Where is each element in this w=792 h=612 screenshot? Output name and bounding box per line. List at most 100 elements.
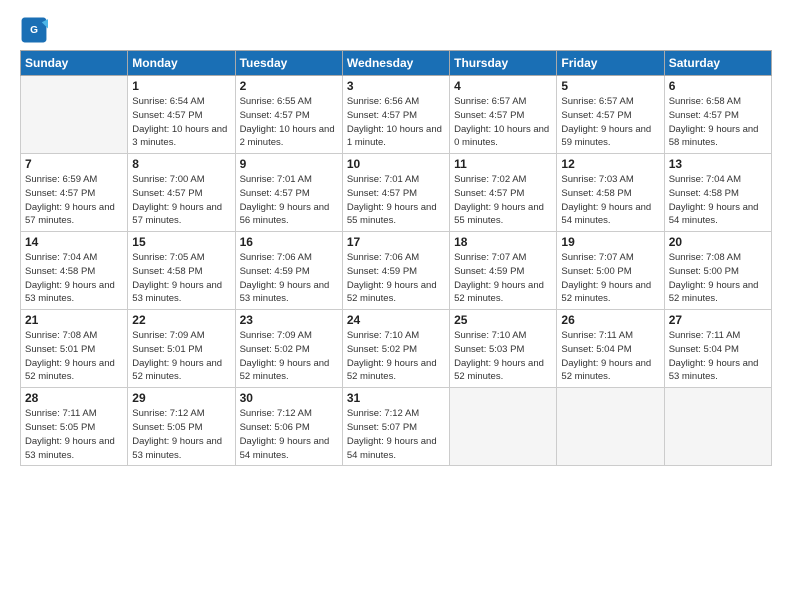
day-info: Sunrise: 7:12 AM Sunset: 5:06 PM Dayligh…: [240, 407, 338, 462]
day-header-friday: Friday: [557, 51, 664, 76]
day-info: Sunrise: 7:06 AM Sunset: 4:59 PM Dayligh…: [347, 251, 445, 306]
calendar-week-4: 28 Sunrise: 7:11 AM Sunset: 5:05 PM Dayli…: [21, 388, 772, 466]
day-number: 21: [25, 313, 123, 327]
calendar-cell: 10Sunrise: 7:01 AM Sunset: 4:57 PM Dayli…: [342, 154, 449, 232]
day-header-thursday: Thursday: [450, 51, 557, 76]
svg-text:G: G: [30, 25, 38, 36]
calendar-cell: 26Sunrise: 7:11 AM Sunset: 5:04 PM Dayli…: [557, 310, 664, 388]
calendar-cell: 28 Sunrise: 7:11 AM Sunset: 5:05 PM Dayli…: [21, 388, 128, 466]
day-info: Sunrise: 6:56 AM Sunset: 4:57 PM Dayligh…: [347, 95, 445, 150]
day-number: 6: [669, 79, 767, 93]
calendar-cell: 30Sunrise: 7:12 AM Sunset: 5:06 PM Dayli…: [235, 388, 342, 466]
day-number: 11: [454, 157, 552, 171]
calendar-cell: [664, 388, 771, 466]
day-number: 24: [347, 313, 445, 327]
day-info: Sunrise: 7:12 AM Sunset: 5:07 PM Dayligh…: [347, 407, 445, 462]
calendar-cell: 4Sunrise: 6:57 AM Sunset: 4:57 PM Daylig…: [450, 76, 557, 154]
day-info: Sunrise: 7:07 AM Sunset: 4:59 PM Dayligh…: [454, 251, 552, 306]
day-header-monday: Monday: [128, 51, 235, 76]
calendar-cell: 16Sunrise: 7:06 AM Sunset: 4:59 PM Dayli…: [235, 232, 342, 310]
day-number: 4: [454, 79, 552, 93]
logo-icon: G: [20, 16, 48, 44]
calendar-cell: 17 Sunrise: 7:06 AM Sunset: 4:59 PM Dayli…: [342, 232, 449, 310]
calendar-cell: 31 Sunrise: 7:12 AM Sunset: 5:07 PM Dayli…: [342, 388, 449, 466]
day-info: Sunrise: 7:05 AM Sunset: 4:58 PM Dayligh…: [132, 251, 230, 306]
calendar-cell: [450, 388, 557, 466]
calendar-cell: 1 Sunrise: 6:54 AM Sunset: 4:57 PM Daylig…: [128, 76, 235, 154]
day-number: 20: [669, 235, 767, 249]
calendar-cell: 27 Sunrise: 7:11 AM Sunset: 5:04 PM Dayli…: [664, 310, 771, 388]
day-info: Sunrise: 7:10 AM Sunset: 5:03 PM Dayligh…: [454, 329, 552, 384]
day-info: Sunrise: 7:04 AM Sunset: 4:58 PM Dayligh…: [25, 251, 123, 306]
calendar-cell: 14 Sunrise: 7:04 AM Sunset: 4:58 PM Dayli…: [21, 232, 128, 310]
calendar-cell: 20 Sunrise: 7:08 AM Sunset: 5:00 PM Dayli…: [664, 232, 771, 310]
calendar-cell: 19 Sunrise: 7:07 AM Sunset: 5:00 PM Dayli…: [557, 232, 664, 310]
day-number: 2: [240, 79, 338, 93]
calendar-cell: 6Sunrise: 6:58 AM Sunset: 4:57 PM Daylig…: [664, 76, 771, 154]
day-info: Sunrise: 6:54 AM Sunset: 4:57 PM Dayligh…: [132, 95, 230, 150]
day-number: 31: [347, 391, 445, 405]
day-info: Sunrise: 6:55 AM Sunset: 4:57 PM Dayligh…: [240, 95, 338, 150]
day-info: Sunrise: 7:09 AM Sunset: 5:01 PM Dayligh…: [132, 329, 230, 384]
day-number: 3: [347, 79, 445, 93]
day-number: 28: [25, 391, 123, 405]
calendar-cell: 18 Sunrise: 7:07 AM Sunset: 4:59 PM Dayli…: [450, 232, 557, 310]
calendar-cell: 21Sunrise: 7:08 AM Sunset: 5:01 PM Dayli…: [21, 310, 128, 388]
calendar-cell: 25 Sunrise: 7:10 AM Sunset: 5:03 PM Dayli…: [450, 310, 557, 388]
day-number: 26: [561, 313, 659, 327]
day-info: Sunrise: 7:10 AM Sunset: 5:02 PM Dayligh…: [347, 329, 445, 384]
day-number: 18: [454, 235, 552, 249]
logo: G: [20, 16, 50, 44]
header: G: [20, 16, 772, 44]
calendar-cell: 7 Sunrise: 6:59 AM Sunset: 4:57 PM Daylig…: [21, 154, 128, 232]
day-header-wednesday: Wednesday: [342, 51, 449, 76]
day-number: 12: [561, 157, 659, 171]
day-info: Sunrise: 7:07 AM Sunset: 5:00 PM Dayligh…: [561, 251, 659, 306]
day-info: Sunrise: 7:03 AM Sunset: 4:58 PM Dayligh…: [561, 173, 659, 228]
calendar-week-0: 1 Sunrise: 6:54 AM Sunset: 4:57 PM Daylig…: [21, 76, 772, 154]
calendar-cell: 13 Sunrise: 7:04 AM Sunset: 4:58 PM Dayli…: [664, 154, 771, 232]
day-number: 8: [132, 157, 230, 171]
calendar-cell: 15 Sunrise: 7:05 AM Sunset: 4:58 PM Dayli…: [128, 232, 235, 310]
day-header-tuesday: Tuesday: [235, 51, 342, 76]
day-info: Sunrise: 6:59 AM Sunset: 4:57 PM Dayligh…: [25, 173, 123, 228]
calendar-cell: 3 Sunrise: 6:56 AM Sunset: 4:57 PM Daylig…: [342, 76, 449, 154]
day-info: Sunrise: 7:08 AM Sunset: 5:00 PM Dayligh…: [669, 251, 767, 306]
day-info: Sunrise: 6:57 AM Sunset: 4:57 PM Dayligh…: [561, 95, 659, 150]
calendar-cell: 12 Sunrise: 7:03 AM Sunset: 4:58 PM Dayli…: [557, 154, 664, 232]
day-number: 19: [561, 235, 659, 249]
day-info: Sunrise: 7:02 AM Sunset: 4:57 PM Dayligh…: [454, 173, 552, 228]
calendar-week-2: 14 Sunrise: 7:04 AM Sunset: 4:58 PM Dayli…: [21, 232, 772, 310]
day-number: 1: [132, 79, 230, 93]
calendar-cell: 5Sunrise: 6:57 AM Sunset: 4:57 PM Daylig…: [557, 76, 664, 154]
calendar-cell: 11 Sunrise: 7:02 AM Sunset: 4:57 PM Dayli…: [450, 154, 557, 232]
day-info: Sunrise: 7:00 AM Sunset: 4:57 PM Dayligh…: [132, 173, 230, 228]
day-info: Sunrise: 7:12 AM Sunset: 5:05 PM Dayligh…: [132, 407, 230, 462]
day-number: 15: [132, 235, 230, 249]
calendar-table: SundayMondayTuesdayWednesdayThursdayFrid…: [20, 50, 772, 466]
day-number: 22: [132, 313, 230, 327]
day-number: 27: [669, 313, 767, 327]
day-number: 9: [240, 157, 338, 171]
calendar-cell: 23 Sunrise: 7:09 AM Sunset: 5:02 PM Dayli…: [235, 310, 342, 388]
calendar-cell: 24 Sunrise: 7:10 AM Sunset: 5:02 PM Dayli…: [342, 310, 449, 388]
calendar-cell: 8 Sunrise: 7:00 AM Sunset: 4:57 PM Daylig…: [128, 154, 235, 232]
day-info: Sunrise: 7:11 AM Sunset: 5:05 PM Dayligh…: [25, 407, 123, 462]
calendar-week-1: 7 Sunrise: 6:59 AM Sunset: 4:57 PM Daylig…: [21, 154, 772, 232]
day-number: 25: [454, 313, 552, 327]
day-info: Sunrise: 7:04 AM Sunset: 4:58 PM Dayligh…: [669, 173, 767, 228]
calendar-header-row: SundayMondayTuesdayWednesdayThursdayFrid…: [21, 51, 772, 76]
calendar-cell: 29Sunrise: 7:12 AM Sunset: 5:05 PM Dayli…: [128, 388, 235, 466]
page: G SundayMondayTuesdayWednesdayThursdayFr…: [0, 0, 792, 612]
calendar-cell: 22 Sunrise: 7:09 AM Sunset: 5:01 PM Dayli…: [128, 310, 235, 388]
day-number: 7: [25, 157, 123, 171]
day-number: 13: [669, 157, 767, 171]
day-info: Sunrise: 7:01 AM Sunset: 4:57 PM Dayligh…: [240, 173, 338, 228]
day-number: 14: [25, 235, 123, 249]
day-info: Sunrise: 7:09 AM Sunset: 5:02 PM Dayligh…: [240, 329, 338, 384]
calendar-cell: [21, 76, 128, 154]
day-number: 23: [240, 313, 338, 327]
day-number: 17: [347, 235, 445, 249]
day-info: Sunrise: 7:11 AM Sunset: 5:04 PM Dayligh…: [669, 329, 767, 384]
calendar-cell: [557, 388, 664, 466]
